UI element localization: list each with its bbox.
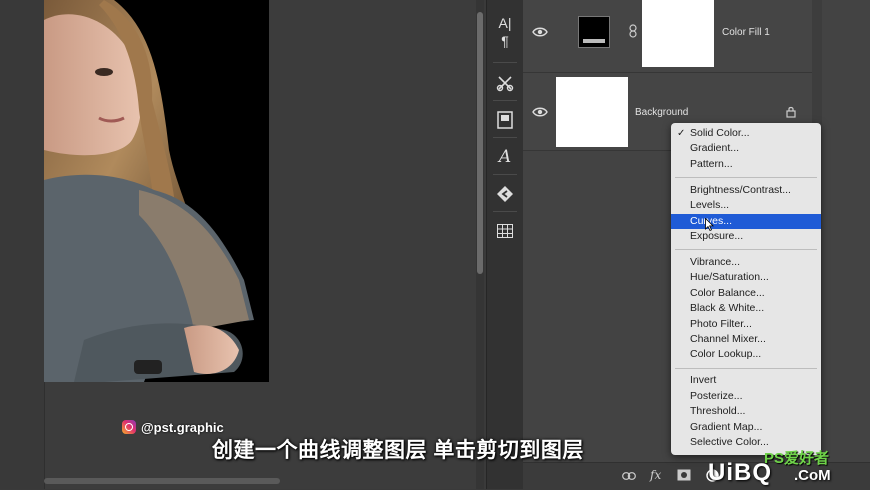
photo-canvas[interactable] bbox=[44, 0, 269, 382]
menu-item-threshold[interactable]: Threshold... bbox=[671, 404, 821, 419]
menu-item-label: Color Lookup... bbox=[690, 348, 762, 361]
menu-item-label: Gradient... bbox=[690, 142, 740, 155]
checkmark-icon: ✓ bbox=[677, 128, 686, 139]
menu-separator bbox=[675, 249, 817, 251]
menu-item-label: Vibrance... bbox=[690, 256, 741, 268]
vertical-scrollbar-thumb[interactable] bbox=[477, 12, 483, 274]
libraries-icon[interactable] bbox=[491, 180, 519, 208]
menu-item-photo-filter[interactable]: Photo Filter... bbox=[671, 317, 821, 332]
menu-item-vibrance[interactable]: Vibrance... bbox=[671, 255, 821, 270]
layer-name[interactable]: Color Fill 1 bbox=[722, 27, 770, 38]
menu-item-hue-saturation[interactable]: Hue/Saturation... bbox=[671, 270, 821, 285]
menu-item-gradient[interactable]: Gradient... bbox=[671, 141, 821, 156]
horizontal-scrollbar[interactable] bbox=[44, 478, 280, 484]
grid-icon[interactable] bbox=[491, 217, 519, 245]
tool-separator bbox=[493, 174, 517, 175]
menu-item-label: Exposure... bbox=[690, 230, 744, 242]
scissors-tools-icon[interactable] bbox=[491, 69, 519, 97]
tool-separator bbox=[493, 211, 517, 212]
menu-item-posterize[interactable]: Posterize... bbox=[671, 389, 821, 404]
background-layer-thumbnail bbox=[556, 77, 628, 147]
menu-item-label: Invert bbox=[690, 374, 717, 387]
menu-item-label: Photo Filter... bbox=[690, 317, 752, 330]
menu-item-channel-mixer[interactable]: Channel Mixer... bbox=[671, 332, 821, 347]
menu-item-black-white[interactable]: Black & White... bbox=[671, 301, 821, 316]
menu-item-curves[interactable]: Curves... bbox=[671, 213, 821, 231]
eye-visibility-icon[interactable] bbox=[532, 26, 548, 38]
menu-item-exposure[interactable]: Exposure... bbox=[671, 229, 821, 244]
fx-icon[interactable]: fx bbox=[650, 468, 661, 482]
video-subtitle: 创建一个曲线调整图层 单击剪切到图层 bbox=[212, 439, 584, 462]
handle-text: @pst.graphic bbox=[141, 419, 224, 435]
add-mask-icon[interactable] bbox=[677, 469, 691, 481]
portrait-image bbox=[44, 0, 269, 382]
menu-item-gradient-map[interactable]: Gradient Map... bbox=[671, 420, 821, 435]
menu-item-label: Brightness/Contrast... bbox=[690, 183, 791, 196]
left-toolbar-strip bbox=[0, 0, 45, 489]
menu-item-label: Black & White... bbox=[690, 302, 765, 315]
link-layers-icon[interactable] bbox=[622, 472, 636, 480]
adjustment-layer-menu[interactable]: ✓ Solid Color... Gradient... Pattern... Brig… bbox=[671, 123, 821, 455]
glyphs-icon[interactable]: A bbox=[491, 143, 519, 171]
menu-item-solid-color[interactable]: ✓ Solid Color... bbox=[671, 126, 821, 141]
tool-separator bbox=[493, 100, 517, 101]
layer-name[interactable]: Background bbox=[635, 107, 688, 118]
character-icon: A| bbox=[498, 15, 512, 31]
watermark-suffix: .CoM bbox=[794, 467, 831, 484]
menu-item-label: Posterize... bbox=[690, 389, 743, 402]
menu-item-label: Pattern... bbox=[690, 157, 733, 170]
menu-item-label: Channel Mixer... bbox=[690, 333, 766, 345]
instagram-icon bbox=[122, 420, 136, 434]
character-paragraph-icon[interactable]: A| ¶ bbox=[491, 8, 519, 56]
menu-item-pattern[interactable]: Pattern... bbox=[671, 157, 821, 172]
properties-icon[interactable] bbox=[491, 106, 519, 134]
chain-link-icon[interactable] bbox=[629, 24, 637, 38]
lock-icon[interactable] bbox=[786, 106, 796, 118]
tool-separator bbox=[493, 137, 517, 138]
menu-item-color-balance[interactable]: Color Balance... bbox=[671, 286, 821, 301]
tool-separator bbox=[493, 62, 517, 63]
panel-tool-strip: A| ¶ A bbox=[486, 0, 524, 489]
paragraph-icon: ¶ bbox=[501, 33, 509, 49]
layer-mask-thumbnail[interactable] bbox=[642, 0, 714, 67]
menu-item-invert[interactable]: Invert bbox=[671, 373, 821, 388]
site-watermark-logo: PS爱好者 UiBQ .CoM bbox=[706, 447, 866, 487]
menu-item-label: Hue/Saturation... bbox=[690, 271, 769, 284]
fill-layer-thumbnail-icon bbox=[578, 16, 610, 48]
menu-item-color-lookup[interactable]: Color Lookup... bbox=[671, 347, 821, 362]
menu-item-label: Threshold... bbox=[690, 405, 746, 418]
watermark-top: PS爱好者 bbox=[764, 450, 830, 467]
eye-visibility-icon[interactable] bbox=[532, 106, 548, 118]
menu-item-label: Solid Color... bbox=[690, 127, 750, 139]
menu-item-brightness-contrast[interactable]: Brightness/Contrast... bbox=[671, 183, 821, 198]
menu-item-levels[interactable]: Levels... bbox=[671, 198, 821, 213]
watermark-main: UiBQ bbox=[708, 459, 772, 486]
menu-item-label: Levels... bbox=[690, 199, 730, 212]
menu-item-label: Gradient Map... bbox=[690, 420, 763, 433]
menu-separator bbox=[675, 177, 817, 178]
layer-row-color-fill[interactable]: Color Fill 1 bbox=[523, 0, 813, 73]
menu-separator bbox=[675, 367, 817, 369]
social-handle: @pst.graphic bbox=[122, 418, 224, 436]
menu-item-label: Color Balance... bbox=[690, 286, 765, 299]
